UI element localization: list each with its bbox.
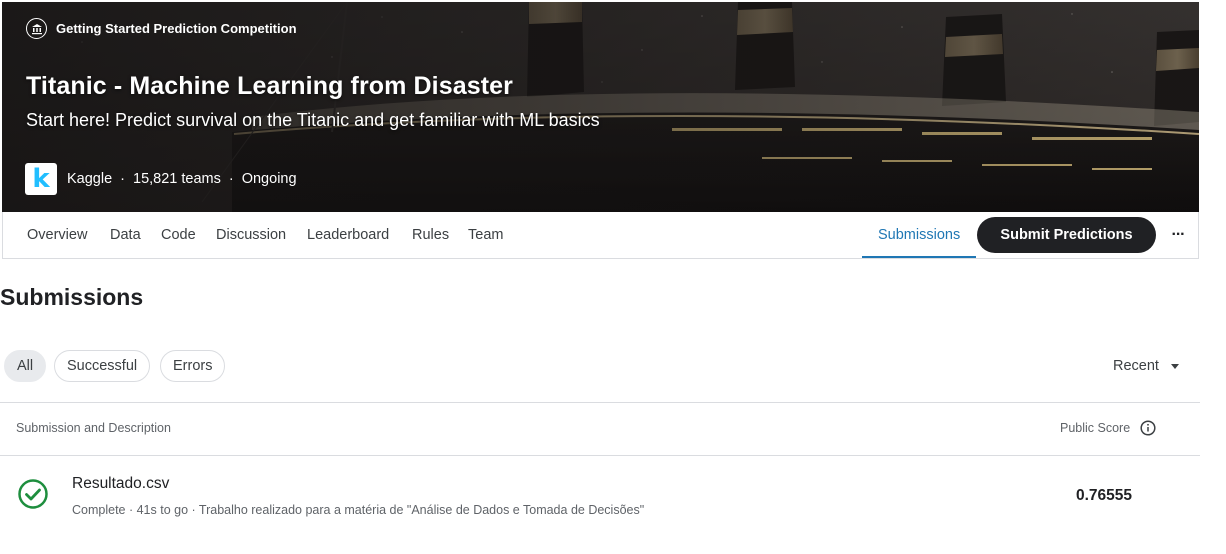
header-content: Getting Started Prediction Competition T… — [2, 2, 1199, 212]
sort-label: Recent — [1113, 358, 1159, 374]
submission-description: Complete · 41s to go · Trabalho realizad… — [72, 503, 645, 517]
competition-tabs: Overview Data Code Discussion Leaderboar… — [2, 212, 1199, 259]
tab-submissions[interactable]: Submissions — [862, 212, 977, 258]
info-icon[interactable] — [1140, 420, 1156, 436]
column-header-submission: Submission and Description — [16, 421, 171, 435]
separator: · — [228, 171, 234, 187]
competition-type-label: Getting Started Prediction Competition — [56, 21, 297, 36]
competition-status: Ongoing — [241, 171, 297, 187]
competition-header: Getting Started Prediction Competition T… — [2, 2, 1199, 212]
tab-data[interactable]: Data — [110, 212, 141, 258]
filter-chip-successful[interactable]: Successful — [54, 350, 151, 382]
check-circle-icon — [18, 479, 48, 509]
competition-title: Titanic - Machine Learning from Disaster — [26, 72, 513, 100]
filter-chip-all[interactable]: All — [4, 350, 47, 382]
submit-predictions-button[interactable]: Submit Predictions — [977, 217, 1156, 253]
divider — [0, 402, 1200, 403]
tab-rules[interactable]: Rules — [412, 212, 449, 258]
team-count: 15,821 teams — [133, 171, 221, 187]
separator: · — [120, 171, 125, 187]
tab-discussion[interactable]: Discussion — [216, 212, 286, 258]
filter-chip-errors[interactable]: Errors — [160, 350, 226, 382]
more-options-icon[interactable]: ··· — [1166, 222, 1190, 248]
kaggle-logo-icon[interactable]: k — [25, 163, 57, 195]
sort-dropdown[interactable]: Recent — [1113, 358, 1179, 374]
tab-overview[interactable]: Overview — [27, 212, 87, 258]
page-title: Submissions — [0, 284, 144, 310]
competition-meta: k Kaggle · 15,821 teams · Ongoing — [25, 163, 297, 195]
tab-team[interactable]: Team — [468, 212, 503, 258]
competition-subtitle: Start here! Predict survival on the Tita… — [26, 110, 600, 130]
competition-type: Getting Started Prediction Competition — [26, 18, 297, 39]
submission-file-name[interactable]: Resultado.csv — [72, 475, 169, 493]
column-header-public-score: Public Score — [1060, 421, 1131, 435]
public-score-value: 0.76555 — [1076, 487, 1133, 504]
tab-code[interactable]: Code — [161, 212, 196, 258]
host-name[interactable]: Kaggle — [67, 171, 112, 187]
caret-down-icon — [1170, 363, 1179, 369]
institution-icon — [26, 18, 47, 39]
tab-leaderboard[interactable]: Leaderboard — [307, 212, 389, 258]
divider — [0, 455, 1200, 456]
